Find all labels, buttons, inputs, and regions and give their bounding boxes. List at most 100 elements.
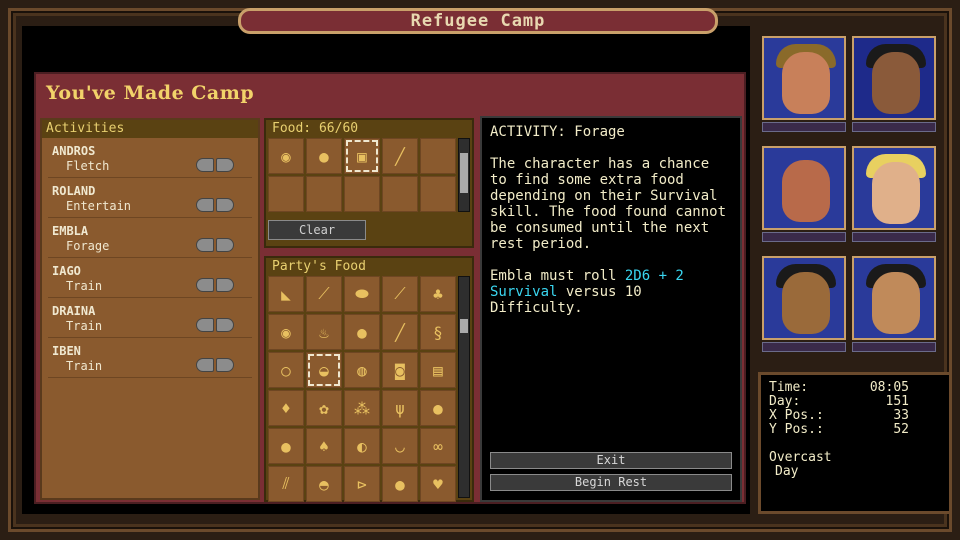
- activity-task: Entertain: [66, 199, 132, 213]
- scroll-thumb[interactable]: [460, 153, 468, 193]
- weather: Overcast: [769, 450, 832, 465]
- food-slot-empty[interactable]: [306, 176, 342, 212]
- portrait-draina[interactable]: [762, 256, 846, 340]
- ypos-row: Y Pos.: 52: [769, 423, 909, 437]
- food-slot-empty[interactable]: [420, 176, 456, 212]
- food-slot-bread[interactable]: ◐: [344, 428, 380, 464]
- status-panel: Time: 08:05 Day: 151 X Pos.: 33 Y Pos.: 52 O…: [758, 372, 952, 514]
- arrow-right-icon[interactable]: [216, 318, 234, 332]
- bottle-icon: ⫽: [282, 474, 290, 493]
- scroll-thumb[interactable]: [460, 319, 468, 333]
- food-slot-bread-roll[interactable]: ◉: [268, 314, 304, 350]
- food-slot-empty[interactable]: [268, 176, 304, 212]
- food-slot-worm[interactable]: §: [420, 314, 456, 350]
- begin-rest-button[interactable]: Begin Rest: [490, 474, 732, 491]
- food-slot-bottle[interactable]: ⫽: [268, 466, 304, 502]
- roll-requirement: Embla must roll 2D6 + 2 Survival versus …: [490, 268, 732, 316]
- orange-icon: ●: [281, 436, 291, 456]
- activity-selector: [196, 318, 234, 332]
- food-slot-bread-loaf[interactable]: ▣: [344, 138, 380, 174]
- activity-row-draina: DRAINA Train: [48, 298, 252, 338]
- exit-button[interactable]: Exit: [490, 452, 732, 469]
- food-slot-mushroom-cluster[interactable]: ♣: [420, 276, 456, 312]
- arrow-left-icon[interactable]: [196, 198, 214, 212]
- food-slot-jar[interactable]: ▤: [420, 352, 456, 388]
- portrait-iago[interactable]: [852, 146, 936, 230]
- arrow-right-icon[interactable]: [216, 158, 234, 172]
- party-scrollbar[interactable]: [458, 276, 470, 498]
- food-slot-sausage[interactable]: ╱: [382, 138, 418, 174]
- food-slot-gourd[interactable]: ◓: [306, 466, 342, 502]
- fish-icon: ⊳: [357, 474, 367, 494]
- food-slot-pouch[interactable]: ◙: [382, 352, 418, 388]
- food-slot-apple[interactable]: ●: [382, 466, 418, 502]
- radish-icon: ♦: [281, 398, 291, 418]
- arrow-left-icon[interactable]: [196, 358, 214, 372]
- activity-selector: [196, 238, 234, 252]
- food-slot-nut[interactable]: ∞: [420, 428, 456, 464]
- food-slot-pepper[interactable]: ♠: [306, 428, 342, 464]
- arrow-right-icon[interactable]: [216, 278, 234, 292]
- food-slot-leek[interactable]: ψ: [382, 390, 418, 426]
- clear-button[interactable]: Clear: [268, 220, 366, 240]
- arrow-right-icon[interactable]: [216, 238, 234, 252]
- food-slot-empty[interactable]: [420, 138, 456, 174]
- portrait-roland[interactable]: [852, 36, 936, 120]
- arrow-left-icon[interactable]: [196, 158, 214, 172]
- food-slot-bun[interactable]: ●: [306, 138, 342, 174]
- pepper-icon: ♠: [319, 436, 329, 456]
- mushroom-cluster-icon: ♣: [433, 284, 443, 304]
- food-slot-bun[interactable]: ●: [344, 314, 380, 350]
- health-bar: [762, 342, 846, 352]
- activity-task: Fletch: [66, 159, 110, 173]
- food-slot-cheese-round[interactable]: ⬬: [344, 276, 380, 312]
- food-slot-fish[interactable]: ⊳: [344, 466, 380, 502]
- food-slot-orange[interactable]: ●: [268, 428, 304, 464]
- time-of-day: Day: [775, 464, 799, 479]
- bread-roll-icon: ◉: [281, 322, 291, 342]
- food-slot-lemon[interactable]: ●: [420, 390, 456, 426]
- portrait-andros[interactable]: [762, 36, 846, 120]
- character-name: DRAINA: [52, 304, 96, 318]
- food-slot-drumstick[interactable]: ⟋: [306, 276, 342, 312]
- food-slot-bowl[interactable]: ◡: [382, 428, 418, 464]
- portrait-embla[interactable]: [762, 146, 846, 230]
- food-slot-empty[interactable]: [344, 176, 380, 212]
- food-slot-acorn[interactable]: ♥: [420, 466, 456, 502]
- roll-skill: Survival: [490, 284, 558, 300]
- character-name: EMBLA: [52, 224, 89, 238]
- cheese-round-icon: ⬬: [355, 284, 369, 303]
- activity-row-roland: ROLAND Entertain: [48, 178, 252, 218]
- arrow-right-icon[interactable]: [216, 198, 234, 212]
- activity-row-embla: EMBLA Forage: [48, 218, 252, 258]
- health-bar: [762, 232, 846, 242]
- activities-header: Activities: [42, 120, 258, 138]
- portrait-iben[interactable]: [852, 256, 936, 340]
- activity-row-andros: ANDROS Fletch: [48, 138, 252, 178]
- ypos-label: Y Pos.:: [769, 422, 824, 437]
- food-slot-grain[interactable]: ⁂: [344, 390, 380, 426]
- nut-icon: ∞: [433, 436, 443, 456]
- food-slot-egg[interactable]: ○: [268, 352, 304, 388]
- acorn-icon: ♥: [433, 474, 443, 494]
- food-slot-empty[interactable]: [382, 176, 418, 212]
- food-slot-cheese-wedge[interactable]: ◣: [268, 276, 304, 312]
- arrow-left-icon[interactable]: [196, 238, 214, 252]
- food-slot-fruit[interactable]: ◍: [344, 352, 380, 388]
- food-slot-herb[interactable]: ✿: [306, 390, 342, 426]
- food-slot-carrot[interactable]: ⟋: [382, 276, 418, 312]
- arrow-right-icon[interactable]: [216, 358, 234, 372]
- jar-icon: ▤: [433, 360, 443, 380]
- health-bar: [852, 232, 936, 242]
- food-slot-radish[interactable]: ♦: [268, 390, 304, 426]
- food-slot-meat-leg[interactable]: ♨: [306, 314, 342, 350]
- food-scrollbar[interactable]: [458, 138, 470, 212]
- food-slot-sausage[interactable]: ╱: [382, 314, 418, 350]
- arrow-left-icon[interactable]: [196, 318, 214, 332]
- food-slot-pie[interactable]: ◒: [306, 352, 342, 388]
- herb-icon: ✿: [319, 398, 329, 418]
- activity-selector: [196, 198, 234, 212]
- food-slot-bread-roll[interactable]: ◉: [268, 138, 304, 174]
- arrow-left-icon[interactable]: [196, 278, 214, 292]
- apple-icon: ●: [395, 474, 405, 494]
